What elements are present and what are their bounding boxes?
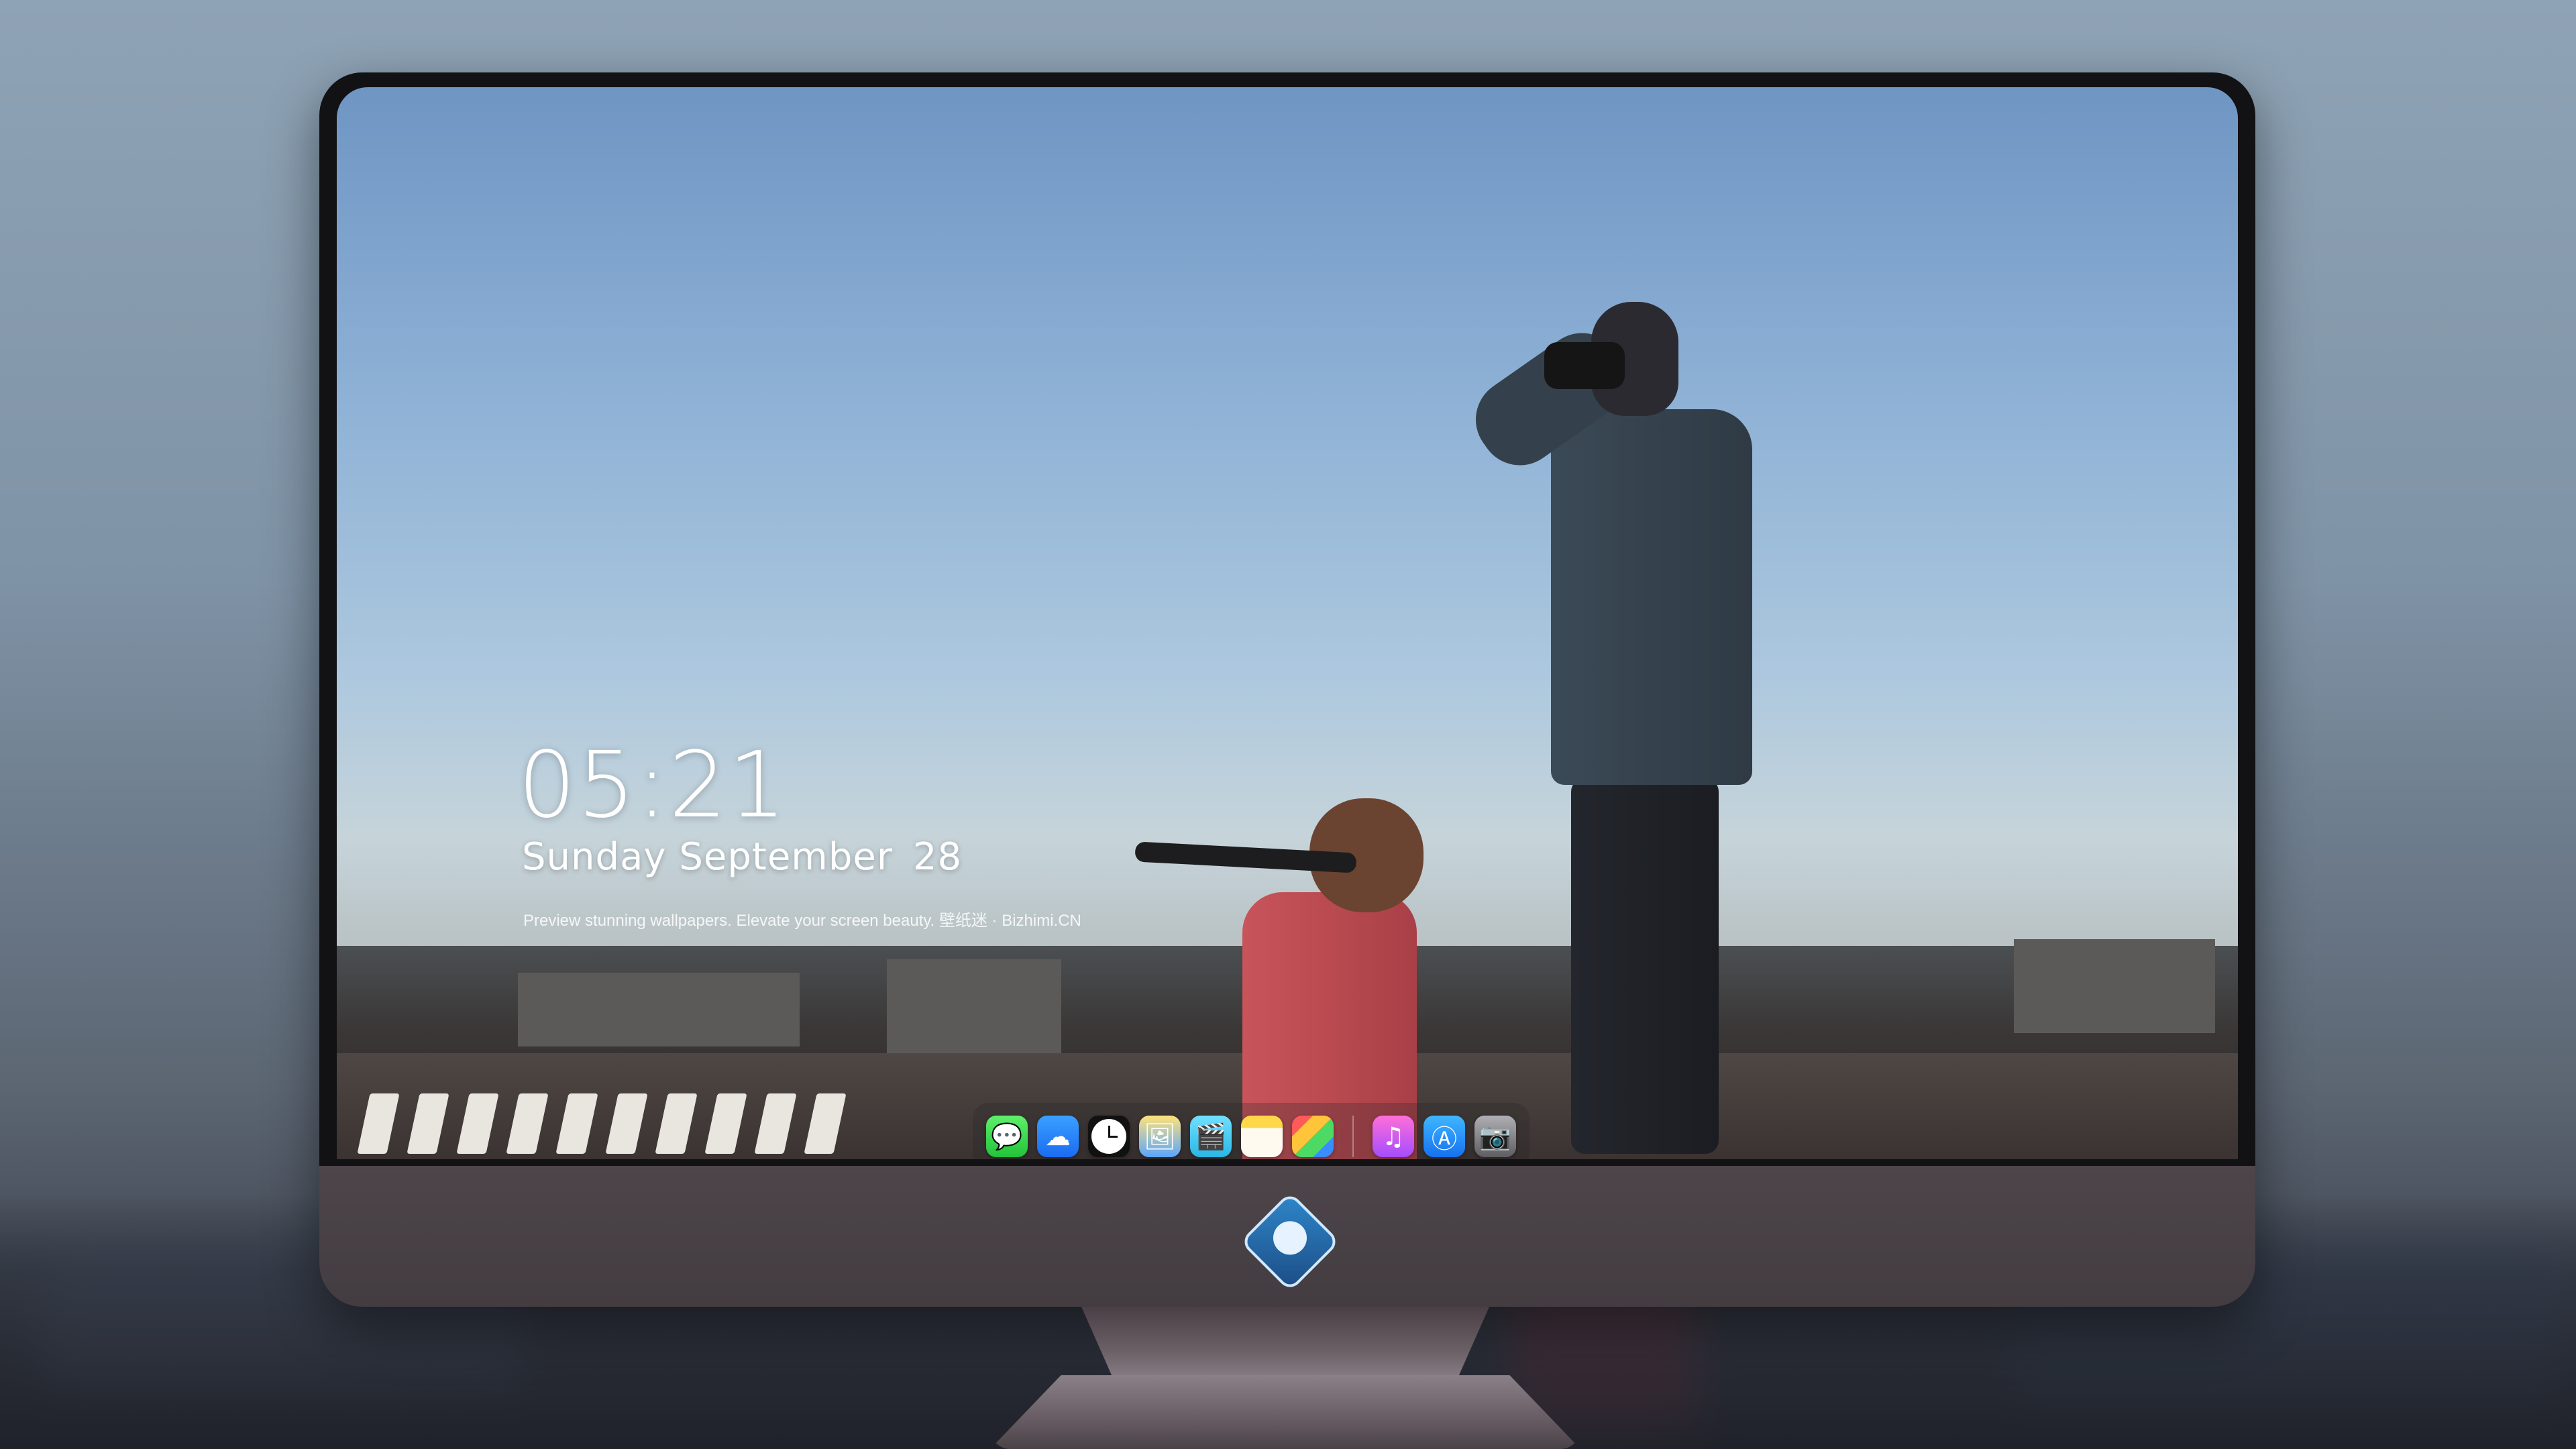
monitor: 05:21 Sunday September 28 Preview stunnin… bbox=[319, 72, 2255, 1307]
monitor-stand-base bbox=[990, 1375, 1580, 1449]
monitor-stand-neck bbox=[1081, 1307, 1489, 1381]
lockscreen-date-text: Sunday September bbox=[522, 835, 893, 879]
music-glyph: ♫ bbox=[1381, 1122, 1405, 1151]
rooftop-fence bbox=[357, 1093, 873, 1159]
man-legs bbox=[1571, 778, 1719, 1154]
music-icon[interactable]: ♫ bbox=[1373, 1116, 1414, 1157]
dock: 💬 ☁ 🖼 🎬 ♫ Ⓐ 📷 bbox=[973, 1103, 1529, 1159]
clapper-glyph: 🎬 bbox=[1195, 1121, 1227, 1151]
messages-icon[interactable]: 💬 bbox=[986, 1116, 1028, 1157]
lockscreen-day-number: 28 bbox=[912, 835, 963, 879]
clock-face bbox=[1091, 1119, 1126, 1154]
screen: 05:21 Sunday September 28 Preview stunnin… bbox=[337, 87, 2238, 1159]
preview-glyph: 🖼 bbox=[1143, 1121, 1177, 1151]
weather-icon[interactable]: ☁ bbox=[1037, 1116, 1079, 1157]
building bbox=[887, 959, 1061, 1060]
camera-glyph: 📷 bbox=[1479, 1121, 1511, 1151]
preview-icon[interactable]: 🖼 bbox=[1139, 1116, 1181, 1157]
weather-glyph: ☁ bbox=[1045, 1122, 1071, 1151]
clapperboard-icon[interactable]: 🎬 bbox=[1190, 1116, 1232, 1157]
lockscreen-time: 05:21 bbox=[518, 733, 788, 839]
building bbox=[518, 973, 800, 1046]
building bbox=[2014, 939, 2215, 1033]
binoculars bbox=[1544, 342, 1625, 389]
dock-separator bbox=[1352, 1116, 1354, 1157]
clock-icon[interactable] bbox=[1088, 1116, 1130, 1157]
photos-icon[interactable] bbox=[1292, 1116, 1334, 1157]
messages-glyph: 💬 bbox=[991, 1121, 1023, 1151]
man-torso bbox=[1551, 409, 1752, 785]
app-store-icon[interactable]: Ⓐ bbox=[1424, 1116, 1465, 1157]
notes-icon[interactable] bbox=[1241, 1116, 1283, 1157]
camera-icon[interactable]: 📷 bbox=[1474, 1116, 1516, 1157]
lockscreen-caption: Preview stunning wallpapers. Elevate you… bbox=[523, 912, 1081, 930]
lockscreen-date: Sunday September 28 bbox=[522, 835, 962, 879]
store-glyph: Ⓐ bbox=[1431, 1124, 1457, 1154]
